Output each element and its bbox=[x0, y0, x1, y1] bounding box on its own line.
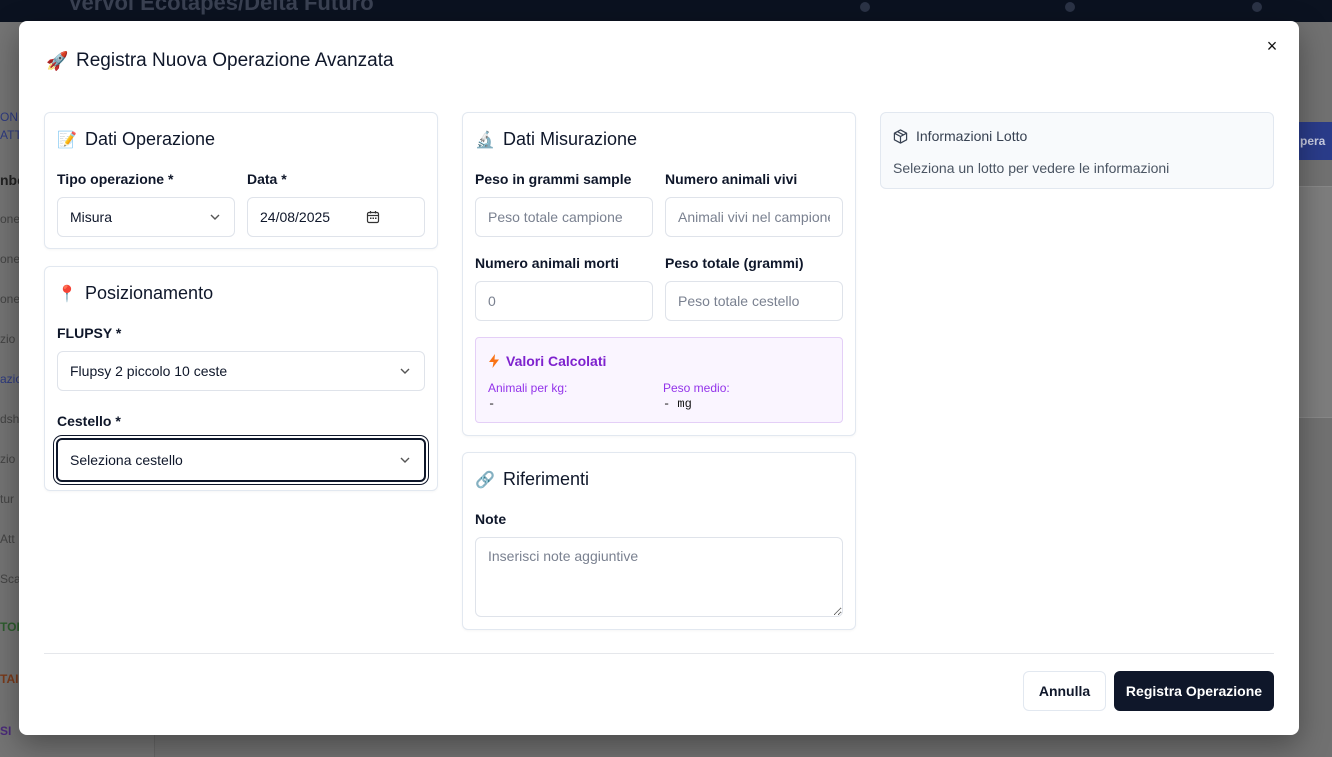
references-title-text: Riferimenti bbox=[503, 469, 590, 489]
animals-per-kg-value: - bbox=[488, 397, 496, 411]
background-sidebar-item: zio bbox=[0, 332, 16, 346]
lightning-icon bbox=[489, 354, 499, 368]
background-topbar: Vervoi Ecotapes/Delta Futuro bbox=[0, 0, 1332, 22]
date-value: 24/08/2025 bbox=[260, 209, 331, 225]
background-sidebar-item: tur bbox=[0, 492, 15, 506]
flupsy-label: FLUPSY * bbox=[57, 325, 122, 341]
new-operation-dialog: 🚀 Registra Nuova Operazione Avanzata × 📝… bbox=[19, 21, 1299, 735]
operation-type-label: Tipo operazione * bbox=[57, 171, 174, 187]
chevron-down-icon bbox=[400, 457, 410, 463]
measurement-data-title-text: Dati Misurazione bbox=[503, 129, 638, 149]
lot-info-title-text: Informazioni Lotto bbox=[916, 128, 1028, 144]
chevron-down-icon bbox=[400, 368, 410, 374]
chevron-down-icon bbox=[210, 214, 220, 220]
positioning-title: 📍 Posizionamento bbox=[57, 283, 213, 304]
animals-per-kg-label: Animali per kg: bbox=[488, 381, 568, 395]
microscope-icon: 🔬 bbox=[475, 131, 495, 149]
rocket-icon: 🚀 bbox=[46, 50, 69, 71]
calculated-values-box: Valori Calcolati Animali per kg: - Peso … bbox=[475, 337, 843, 423]
background-card bbox=[1298, 186, 1332, 418]
footer-divider bbox=[44, 653, 1274, 654]
operation-type-value: Misura bbox=[70, 209, 113, 225]
background-sidebar-item: one bbox=[0, 292, 21, 306]
measurement-data-card: 🔬 Dati Misurazione Peso in grammi sample… bbox=[462, 112, 856, 436]
dead-animals-label: Numero animali morti bbox=[475, 255, 619, 271]
total-weight-input[interactable] bbox=[665, 281, 843, 321]
background-topbar-icon bbox=[860, 2, 870, 12]
calculated-values-title: Valori Calcolati bbox=[488, 353, 606, 369]
register-operation-button[interactable]: Registra Operazione bbox=[1114, 671, 1274, 711]
live-animals-label: Numero animali vivi bbox=[665, 171, 798, 187]
lot-info-text: Seleziona un lotto per vedere le informa… bbox=[893, 160, 1170, 176]
basket-select[interactable]: Seleziona cestello bbox=[56, 438, 426, 482]
background-sidebar-item: one bbox=[0, 252, 21, 266]
cancel-button[interactable]: Annulla bbox=[1023, 671, 1106, 711]
close-button[interactable]: × bbox=[1263, 37, 1281, 55]
references-card: 🔗 Riferimenti Note bbox=[462, 452, 856, 630]
calculated-values-title-text: Valori Calcolati bbox=[506, 353, 607, 369]
total-weight-label: Peso totale (grammi) bbox=[665, 255, 804, 271]
dialog-title: 🚀 Registra Nuova Operazione Avanzata bbox=[46, 50, 394, 72]
operation-data-title-text: Dati Operazione bbox=[85, 129, 216, 149]
sample-weight-label: Peso in grammi sample bbox=[475, 171, 632, 187]
basket-value: Seleziona cestello bbox=[70, 452, 183, 468]
note-textarea[interactable] bbox=[475, 537, 843, 617]
references-title: 🔗 Riferimenti bbox=[475, 469, 589, 490]
flupsy-select[interactable]: Flupsy 2 piccolo 10 ceste bbox=[57, 351, 425, 391]
background-topbar-icon bbox=[1065, 2, 1075, 12]
lot-info-title: Informazioni Lotto bbox=[893, 128, 1027, 144]
sample-weight-input[interactable] bbox=[475, 197, 653, 237]
operation-data-title: 📝 Dati Operazione bbox=[57, 129, 215, 150]
positioning-card: 📍 Posizionamento FLUPSY * Flupsy 2 picco… bbox=[44, 266, 438, 491]
background-sidebar-item: zio bbox=[0, 452, 16, 466]
average-weight-label: Peso medio: bbox=[663, 381, 730, 395]
calendar-icon[interactable] bbox=[366, 210, 380, 224]
operation-type-select[interactable]: Misura bbox=[57, 197, 235, 237]
basket-label: Cestello * bbox=[57, 413, 121, 429]
note-label: Note bbox=[475, 511, 507, 527]
background-action-button: pera bbox=[1298, 122, 1332, 160]
measurement-data-title: 🔬 Dati Misurazione bbox=[475, 129, 637, 150]
background-sidebar-item: one bbox=[0, 212, 21, 226]
background-sidebar-item: SI bbox=[0, 724, 12, 738]
average-weight-value: - mg bbox=[663, 397, 692, 411]
date-input[interactable]: 24/08/2025 bbox=[247, 197, 425, 237]
background-sidebar-item: Att bbox=[0, 532, 15, 546]
background-topbar-icon bbox=[1252, 2, 1262, 12]
positioning-title-text: Posizionamento bbox=[85, 283, 214, 303]
link-icon: 🔗 bbox=[475, 471, 495, 489]
background-sidebar-item: TAI bbox=[0, 672, 19, 686]
live-animals-input[interactable] bbox=[665, 197, 843, 237]
dead-animals-input[interactable] bbox=[475, 281, 653, 321]
date-label: Data * bbox=[247, 171, 287, 187]
background-sidebar-item: Sca bbox=[0, 572, 21, 586]
memo-icon: 📝 bbox=[57, 131, 77, 149]
operation-data-card: 📝 Dati Operazione Tipo operazione * Misu… bbox=[44, 112, 438, 249]
background-sidebar-item: dsh bbox=[0, 412, 20, 426]
flupsy-value: Flupsy 2 piccolo 10 ceste bbox=[70, 363, 228, 379]
pin-icon: 📍 bbox=[57, 285, 77, 303]
lot-info-box: Informazioni Lotto Seleziona un lotto pe… bbox=[880, 112, 1274, 189]
dialog-title-text: Registra Nuova Operazione Avanzata bbox=[76, 50, 394, 71]
background-app-title: Vervoi Ecotapes/Delta Futuro bbox=[68, 0, 374, 15]
package-icon bbox=[893, 128, 908, 144]
